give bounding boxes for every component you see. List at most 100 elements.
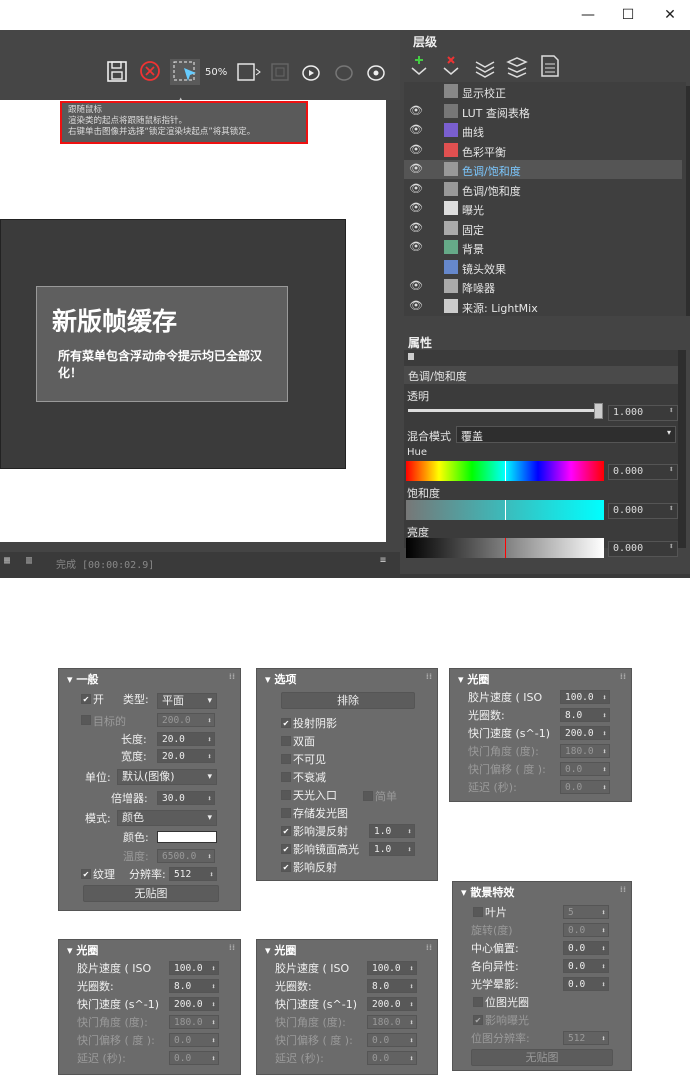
option-checkbox[interactable]: ✔: [281, 826, 291, 836]
affect-exposure-checkbox[interactable]: ✔: [473, 1015, 483, 1025]
shutter-speed-spinner[interactable]: 200.0: [560, 726, 610, 740]
layer-name-field[interactable]: 色调/饱和度: [404, 366, 678, 384]
shutter-angle-spinner[interactable]: 180.0: [560, 744, 610, 758]
resolution-spinner[interactable]: 512: [169, 867, 217, 881]
opacity-slider-thumb[interactable]: [594, 403, 603, 419]
blades-checkbox[interactable]: [473, 907, 483, 917]
collapse-icon[interactable]: [408, 353, 414, 360]
no-map-button[interactable]: 无贴图: [83, 885, 219, 902]
minimize-button[interactable]: —: [566, 0, 610, 30]
eye-icon[interactable]: 👁: [408, 162, 424, 176]
panel-header[interactable]: ▾ 光圈 ⁞⁞: [257, 940, 437, 957]
opacity-slider-track[interactable]: [408, 409, 602, 412]
stop-teapot-icon[interactable]: [367, 65, 385, 81]
unit-select[interactable]: 默认(图像): [117, 769, 217, 785]
rotation-spinner[interactable]: 0.0: [563, 923, 609, 937]
region-crop-icon[interactable]: [271, 63, 289, 81]
eye-icon[interactable]: 👁: [408, 201, 424, 215]
eye-icon[interactable]: 👁: [408, 299, 424, 313]
color-swatch[interactable]: [157, 831, 217, 843]
layer-item[interactable]: 👁 降噪器: [404, 277, 682, 296]
option-checkbox[interactable]: [281, 754, 291, 764]
layer-item[interactable]: 👁 来源: LightMix: [404, 297, 682, 316]
layer-item[interactable]: 👁 固定: [404, 219, 682, 238]
bitmap-resolution-spinner[interactable]: 512: [563, 1031, 609, 1045]
option-checkbox[interactable]: [281, 772, 291, 782]
panel-header[interactable]: ▾ 一般 ⁞⁞: [59, 669, 240, 686]
interactive-teapot-icon[interactable]: [335, 65, 353, 81]
length-spinner[interactable]: 20.0: [157, 732, 215, 746]
bitmap-aperture-checkbox[interactable]: [473, 997, 483, 1007]
f-number-spinner[interactable]: 8.0: [560, 708, 610, 722]
layer-item[interactable]: 👁 色调/饱和度: [404, 180, 682, 199]
shutter-speed-spinner[interactable]: 200.0: [169, 997, 219, 1011]
diffuse-spinner[interactable]: 1.0: [369, 824, 415, 838]
mode-select[interactable]: 颜色: [117, 810, 217, 826]
exclude-button[interactable]: 排除: [281, 692, 415, 709]
f-number-spinner[interactable]: 8.0: [367, 979, 417, 993]
film-speed-spinner[interactable]: 100.0: [169, 961, 219, 975]
layer-item[interactable]: 👁 色调/饱和度: [404, 160, 682, 179]
shutter-angle-spinner[interactable]: 180.0: [367, 1015, 417, 1029]
render-teapot-icon[interactable]: [302, 65, 320, 81]
remove-layer-icon[interactable]: [443, 56, 459, 75]
eye-icon[interactable]: 👁: [408, 221, 424, 235]
f-number-spinner[interactable]: 8.0: [169, 979, 219, 993]
shutter-offset-spinner[interactable]: 0.0: [169, 1033, 219, 1047]
status-icon[interactable]: ▦: [4, 555, 10, 566]
close-button[interactable]: ✕: [648, 0, 690, 30]
layer-item[interactable]: 👁 曲线: [404, 121, 682, 140]
layer-item[interactable]: 👁 色彩平衡: [404, 141, 682, 160]
eye-icon[interactable]: 👁: [408, 240, 424, 254]
on-checkbox[interactable]: ✔: [81, 694, 91, 704]
panel-header[interactable]: ▾ 光圈 ⁞⁞: [59, 940, 240, 957]
save-icon[interactable]: [107, 61, 127, 82]
temperature-spinner[interactable]: 6500.0: [157, 849, 215, 863]
specular-spinner[interactable]: 1.0: [369, 842, 415, 856]
eye-icon[interactable]: 👁: [408, 143, 424, 157]
targeted-checkbox[interactable]: [81, 715, 91, 725]
anisotropy-spinner[interactable]: 0.0: [563, 959, 609, 973]
vignette-spinner[interactable]: 0.0: [563, 977, 609, 991]
texture-checkbox[interactable]: ✔: [81, 869, 91, 879]
layers-scrollbar[interactable]: [686, 86, 690, 316]
hue-spinner[interactable]: 0.000: [608, 464, 678, 480]
eye-icon[interactable]: 👁: [408, 182, 424, 196]
no-map-button[interactable]: 无贴图: [471, 1049, 613, 1066]
zoom-label[interactable]: 50%: [205, 67, 227, 78]
layer-item[interactable]: 👁 曝光: [404, 199, 682, 218]
layer-preset-icon[interactable]: [506, 57, 528, 78]
menu-icon[interactable]: ≡: [380, 555, 386, 566]
latency-spinner[interactable]: 0.0: [169, 1051, 219, 1065]
layer-item[interactable]: 镜头效果: [404, 258, 682, 277]
blades-spinner[interactable]: 5: [563, 905, 609, 919]
option-checkbox[interactable]: ✔: [281, 862, 291, 872]
center-bias-spinner[interactable]: 0.0: [563, 941, 609, 955]
film-speed-spinner[interactable]: 100.0: [367, 961, 417, 975]
opacity-spinner[interactable]: 1.000: [608, 405, 678, 421]
option-checkbox[interactable]: ✔: [281, 718, 291, 728]
option-checkbox[interactable]: [281, 808, 291, 818]
panel-header[interactable]: ▾ 选项 ⁞⁞: [257, 669, 437, 686]
panel-header[interactable]: ▾ 光圈 ⁞⁞: [450, 669, 631, 686]
merge-layers-icon[interactable]: [475, 61, 495, 78]
type-select[interactable]: 平面: [157, 693, 217, 709]
saturation-spinner[interactable]: 0.000: [608, 503, 678, 519]
panel-header[interactable]: ▾ 散景特效 ⁞⁞: [453, 882, 631, 899]
shutter-speed-spinner[interactable]: 200.0: [367, 997, 417, 1011]
simple-checkbox[interactable]: [363, 791, 373, 801]
width-spinner[interactable]: 20.0: [157, 749, 215, 763]
option-checkbox[interactable]: [281, 736, 291, 746]
render-region-icon[interactable]: [237, 63, 261, 81]
blend-mode-select[interactable]: 覆盖 ▾: [456, 426, 676, 443]
clear-icon[interactable]: [140, 61, 160, 81]
layer-document-icon[interactable]: [541, 55, 559, 77]
layer-item[interactable]: 👁 背景: [404, 238, 682, 257]
lightness-spinner[interactable]: 0.000: [608, 541, 678, 557]
status-icon[interactable]: ▥: [26, 555, 32, 566]
option-checkbox[interactable]: ✔: [281, 844, 291, 854]
shutter-offset-spinner[interactable]: 0.0: [560, 762, 610, 776]
layer-item[interactable]: 显示校正: [404, 82, 682, 101]
eye-icon[interactable]: 👁: [408, 104, 424, 118]
maximize-button[interactable]: ☐: [606, 0, 650, 30]
